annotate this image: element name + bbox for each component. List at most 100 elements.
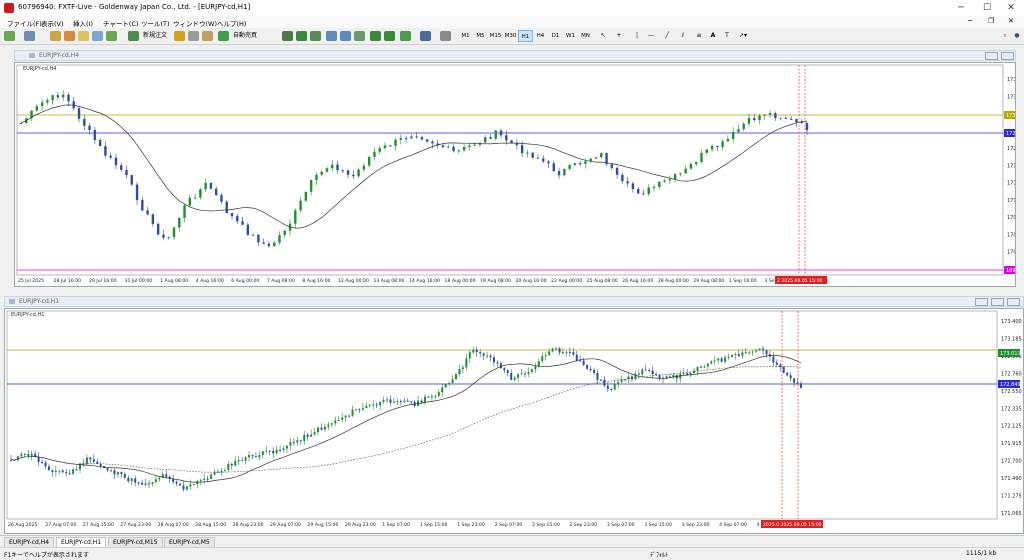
fibonacci-icon[interactable]: ≡ — [694, 30, 704, 42]
tf-w1[interactable]: W1 — [563, 30, 578, 42]
h4-close-button[interactable] — [1001, 52, 1014, 60]
chart-shift-icon[interactable] — [384, 31, 395, 41]
mdi-minimize-icon[interactable]: ─ — [968, 17, 972, 25]
h1-restore-button[interactable] — [991, 298, 1004, 306]
label-tool-icon[interactable]: T — [722, 30, 732, 42]
candle-body — [203, 478, 206, 480]
auto-trading-icon[interactable] — [218, 31, 229, 41]
h4-chart-svg[interactable]: 173.40173.15172.80172.50172.20171.90171.… — [15, 63, 1015, 286]
horizontal-line-icon[interactable]: — — [646, 30, 656, 42]
autoscroll-icon[interactable] — [370, 31, 381, 41]
candle-body — [151, 214, 155, 224]
time-axis-label: 4 Aug 16:00 — [196, 278, 224, 284]
market-watch-icon[interactable] — [106, 31, 117, 41]
candle-body — [531, 152, 534, 158]
candle-body — [489, 137, 492, 139]
candle-body — [475, 349, 478, 353]
candle-body — [586, 364, 589, 369]
trendline-icon[interactable]: ╱ — [662, 30, 672, 42]
line-chart-icon[interactable] — [310, 31, 321, 41]
candle-body — [125, 169, 128, 176]
time-axis-label: 3 Sep 15:00 — [644, 522, 672, 528]
candle-body — [655, 374, 658, 376]
crosshair-icon[interactable] — [50, 31, 61, 41]
new-order-icon[interactable] — [128, 31, 139, 41]
candle-body — [679, 173, 682, 175]
candle-body — [282, 448, 285, 451]
mdi-restore-icon[interactable]: ❐ — [988, 17, 994, 25]
new-order-button[interactable]: 新規注文 — [140, 30, 170, 42]
templates-icon[interactable] — [440, 31, 451, 41]
candle-body — [279, 449, 282, 451]
chat-icon[interactable]: ● — [1012, 30, 1022, 42]
candle-body — [61, 470, 64, 473]
profiles-icon[interactable] — [24, 31, 35, 41]
market-icon[interactable] — [202, 31, 213, 41]
metaeditor-icon[interactable] — [174, 31, 185, 41]
signals-icon[interactable] — [188, 31, 199, 41]
tester-icon[interactable] — [92, 31, 103, 41]
equidistant-channel-icon[interactable]: ⫽ — [678, 30, 688, 42]
arrows-icon[interactable]: ➚▾ — [736, 30, 750, 42]
mdi-close-icon[interactable]: ✕ — [1008, 17, 1014, 25]
zoom-out-icon[interactable] — [340, 31, 351, 41]
price-axis-label: 171.065 — [1001, 511, 1022, 517]
candle-body — [299, 440, 302, 442]
candle-body — [673, 174, 677, 180]
new-chart-icon[interactable] — [4, 31, 15, 41]
h1-chart-label: EURJPY-cd,H1 — [11, 312, 45, 318]
h1-window-titlebar[interactable]: EURJPY-cd,H1 — [4, 296, 1024, 307]
close-button[interactable]: ✕ — [998, 0, 1024, 16]
maximize-button[interactable]: ☐ — [974, 0, 1000, 16]
h1-minimize-button[interactable] — [975, 298, 988, 306]
candle-body — [262, 242, 265, 244]
time-axis-label: 28 Aug 15:00 — [195, 522, 226, 528]
tf-h1[interactable]: H1 — [518, 30, 533, 42]
tf-d1[interactable]: D1 — [548, 30, 563, 42]
candle-body — [378, 148, 381, 152]
candle-body — [141, 200, 144, 211]
tf-m15[interactable]: M15 — [488, 30, 503, 42]
search-icon[interactable]: ⌕ — [1000, 30, 1010, 42]
h1-close-button[interactable] — [1007, 298, 1020, 306]
candle-body — [599, 379, 602, 381]
tf-m5[interactable]: M5 — [473, 30, 488, 42]
candle-body — [617, 382, 620, 385]
indicators-icon[interactable] — [400, 31, 411, 41]
h4-window-titlebar[interactable]: EURJPY-cd,H4 — [14, 50, 1016, 61]
candle-body — [394, 139, 397, 146]
bar-chart-icon[interactable] — [282, 31, 293, 41]
candle-body — [552, 163, 555, 172]
candle-body — [499, 130, 503, 136]
candle-body — [310, 434, 313, 437]
candle-body — [634, 373, 637, 380]
candle-body — [615, 167, 619, 175]
periods-icon[interactable] — [420, 31, 431, 41]
navigator-icon[interactable] — [64, 31, 75, 41]
candle-body — [257, 234, 260, 243]
vertical-line-icon[interactable]: | — [632, 30, 642, 42]
terminal-icon[interactable] — [78, 31, 89, 41]
auto-trading-button[interactable]: 自動売買 — [230, 30, 260, 42]
text-tool-icon[interactable]: A — [708, 30, 718, 42]
tf-m30[interactable]: M30 — [503, 30, 518, 42]
candle-body — [348, 415, 351, 417]
tf-h4[interactable]: H4 — [533, 30, 548, 42]
minimize-button[interactable]: ─ — [948, 0, 974, 16]
cursor-icon[interactable]: ↖ — [598, 30, 608, 42]
zoom-in-icon[interactable] — [326, 31, 337, 41]
tf-m1[interactable]: M1 — [458, 30, 473, 42]
h4-restore-button[interactable] — [985, 52, 998, 60]
h1-chart-window[interactable]: 173.400173.185172.975172.760172.550172.3… — [4, 308, 1024, 534]
h1-chart-svg[interactable]: 173.400173.185172.975172.760172.550172.3… — [5, 309, 1023, 533]
h4-chart-window[interactable]: 173.40173.15172.80172.50172.20171.90171.… — [14, 62, 1016, 287]
candle-body — [520, 145, 524, 154]
candle-body — [27, 454, 30, 456]
candle-body — [721, 141, 724, 148]
tf-mn[interactable]: MN — [578, 30, 593, 42]
candle-body — [731, 354, 734, 357]
crosshair-tool-icon[interactable]: + — [614, 30, 624, 42]
candlestick-icon[interactable] — [296, 31, 307, 41]
h1-window-icon — [9, 299, 15, 304]
tile-windows-icon[interactable] — [354, 31, 365, 41]
